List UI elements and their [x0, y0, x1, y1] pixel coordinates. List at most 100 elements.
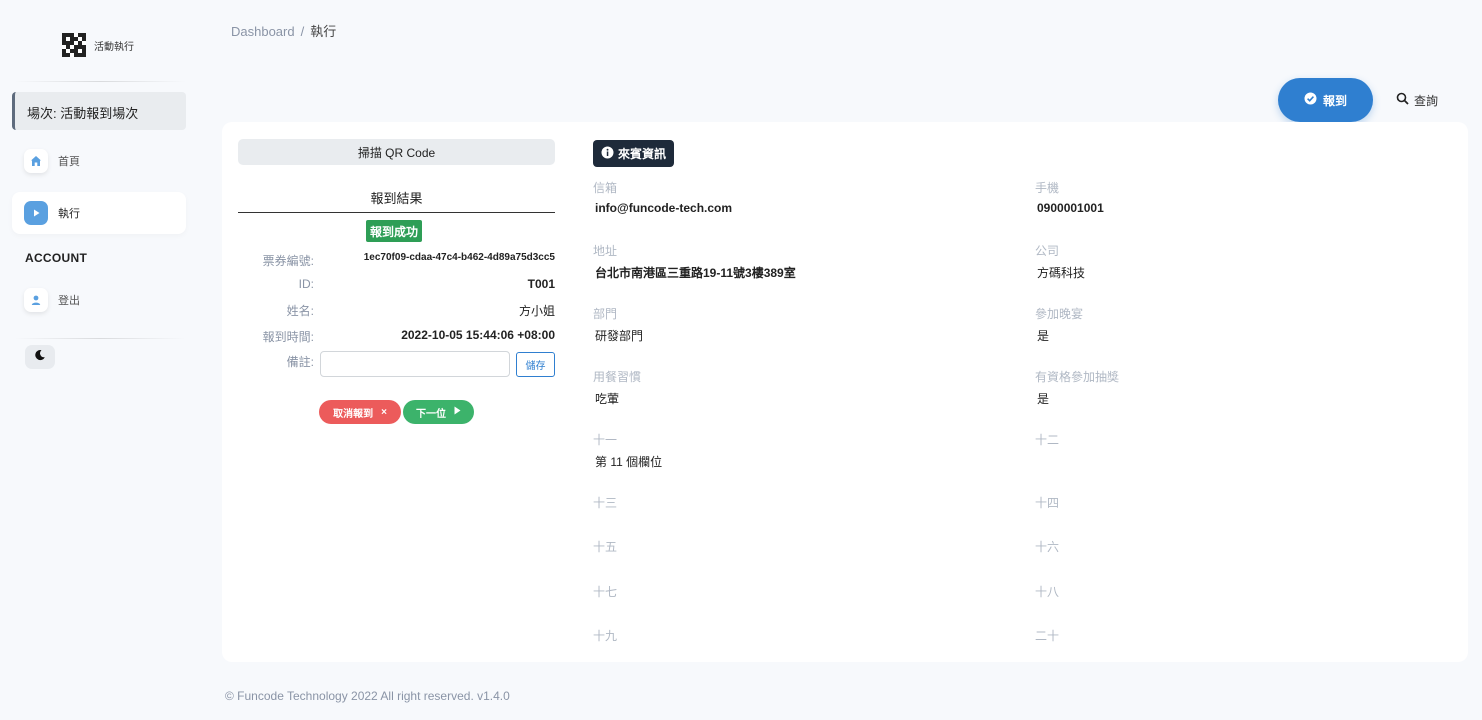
field-label: 十九 [593, 629, 618, 643]
note-label: 備註: [286, 355, 314, 369]
guest-field: 地址 台北市南港區三重路19-11號3樓389室 [593, 242, 993, 281]
field-label: 部門 [593, 307, 618, 321]
guest-field: 公司 方碼科技 [1035, 242, 1435, 281]
row-value: 2022-10-05 15:44:06 +08:00 [401, 328, 555, 342]
field-label: 十六 [1035, 540, 1060, 554]
guest-field: 有資格參加抽獎 是 [1035, 368, 1435, 407]
footer-copyright: © Funcode Technology 2022 All right rese… [225, 689, 510, 703]
field-label: 十四 [1035, 496, 1060, 510]
scan-qr-button[interactable]: 掃描 QR Code [238, 139, 555, 165]
cancel-checkin-button[interactable]: 取消報到 × [319, 400, 401, 424]
qr-logo-icon [62, 33, 86, 57]
breadcrumb-root[interactable]: Dashboard [231, 24, 295, 39]
note-input[interactable] [320, 351, 510, 377]
name-row: 姓名: 方小姐 [238, 302, 555, 320]
session-label: 場次: 活動報到場次 [12, 92, 186, 130]
search-icon [1396, 92, 1409, 108]
ticket-row: 票券編號: 1ec70f09-cdaa-47c4-b462-4d89a75d3c… [238, 252, 555, 270]
next-button[interactable]: 下一位 [403, 400, 474, 424]
divider [14, 81, 186, 82]
guest-field: 信箱 info@funcode-tech.com [593, 179, 993, 215]
guest-field: 參加晚宴 是 [1035, 305, 1435, 344]
field-value: 研發部門 [595, 329, 644, 343]
guest-field: 手機 0900001001 [1035, 179, 1435, 215]
breadcrumb-separator: / [300, 24, 305, 39]
guest-field: 部門 研發部門 [593, 305, 993, 344]
info-icon [601, 146, 614, 162]
field-value: 吃葷 [595, 392, 620, 406]
field-value: 第 11 個欄位 [595, 455, 663, 469]
field-value: 方碼科技 [1037, 266, 1086, 280]
field-value: 台北市南港區三重路19-11號3樓389室 [595, 266, 796, 280]
sidebar-item-home[interactable]: 首頁 [12, 140, 186, 182]
account-heading: ACCOUNT [25, 251, 88, 265]
row-value: T001 [527, 277, 555, 291]
play-icon [454, 406, 461, 418]
field-label: 地址 [593, 244, 618, 258]
breadcrumb-current: 執行 [310, 24, 337, 39]
guest-field: 十二 [1035, 431, 1435, 448]
next-label: 下一位 [416, 408, 446, 420]
cancel-label: 取消報到 [333, 408, 374, 420]
play-icon [24, 201, 48, 225]
save-button[interactable]: 儲存 [516, 352, 555, 377]
query-button[interactable]: 查詢 [1396, 90, 1438, 110]
divider [14, 338, 186, 339]
field-value: 是 [1037, 329, 1050, 343]
field-label: 十八 [1035, 585, 1060, 599]
field-value: info@funcode-tech.com [595, 201, 733, 215]
guest-field: 用餐習慣 吃葷 [593, 368, 993, 407]
guest-info-label: 來賓資訊 [618, 147, 667, 161]
row-label: ID: [298, 277, 314, 291]
field-label: 十五 [593, 540, 618, 554]
field-value: 0900001001 [1037, 201, 1104, 215]
sidebar-item-label: 首頁 [58, 156, 80, 168]
field-value: 是 [1037, 392, 1050, 406]
field-label: 公司 [1035, 244, 1060, 258]
row-label: 姓名: [286, 304, 314, 318]
field-label: 十二 [1035, 433, 1060, 447]
close-icon: × [381, 406, 387, 418]
field-label: 二十 [1035, 629, 1060, 643]
dark-mode-toggle[interactable] [25, 345, 55, 369]
brand[interactable]: 活動執行 [62, 33, 134, 57]
status-badge: 報到成功 [366, 220, 423, 242]
guest-field: 十六 [1035, 538, 1435, 555]
field-label: 信箱 [593, 181, 618, 195]
field-label: 參加晚宴 [1035, 307, 1084, 321]
user-icon [24, 288, 48, 312]
main-card: 掃描 QR Code 報到結果 報到成功 票券編號: 1ec70f09-cdaa… [222, 122, 1468, 662]
checkin-button[interactable]: 報到 [1278, 78, 1373, 122]
field-label: 十一 [593, 433, 618, 447]
row-value: 方小姐 [518, 304, 555, 318]
field-label: 用餐習慣 [593, 370, 642, 384]
guest-field: 十五 [593, 538, 993, 555]
id-row: ID: T001 [238, 277, 555, 295]
row-label: 票券編號: [262, 254, 314, 268]
query-label: 查詢 [1414, 93, 1439, 108]
guest-field: 二十 [1035, 627, 1435, 644]
row-label: 報到時間: [262, 330, 314, 344]
sidebar: 活動執行 場次: 活動報到場次 首頁 執行 ACCOUNT 登出 [0, 0, 200, 720]
field-label: 有資格參加抽獎 [1035, 370, 1120, 384]
home-icon [24, 149, 48, 173]
moon-icon [34, 348, 46, 366]
field-label: 十三 [593, 496, 618, 510]
check-circle-icon [1304, 92, 1317, 108]
guest-field: 十七 [593, 583, 993, 600]
guest-field: 十四 [1035, 494, 1435, 511]
guest-field: 十九 [593, 627, 993, 644]
checkin-label: 報到 [1322, 93, 1347, 108]
breadcrumb: Dashboard / 執行 [231, 21, 336, 40]
time-row: 報到時間: 2022-10-05 15:44:06 +08:00 [238, 328, 555, 346]
row-value: 1ec70f09-cdaa-47c4-b462-4d89a75d3cc5 [363, 252, 555, 263]
guest-field: 十三 [593, 494, 993, 511]
sidebar-item-label: 登出 [58, 295, 80, 307]
result-title: 報到結果 [238, 188, 555, 213]
sidebar-item-execute[interactable]: 執行 [12, 192, 186, 234]
guest-field: 十一 第 11 個欄位 [593, 431, 993, 470]
sidebar-item-logout[interactable]: 登出 [12, 279, 186, 321]
field-label: 十七 [593, 585, 618, 599]
guest-field: 十八 [1035, 583, 1435, 600]
guest-info-badge: 來賓資訊 [593, 140, 675, 167]
